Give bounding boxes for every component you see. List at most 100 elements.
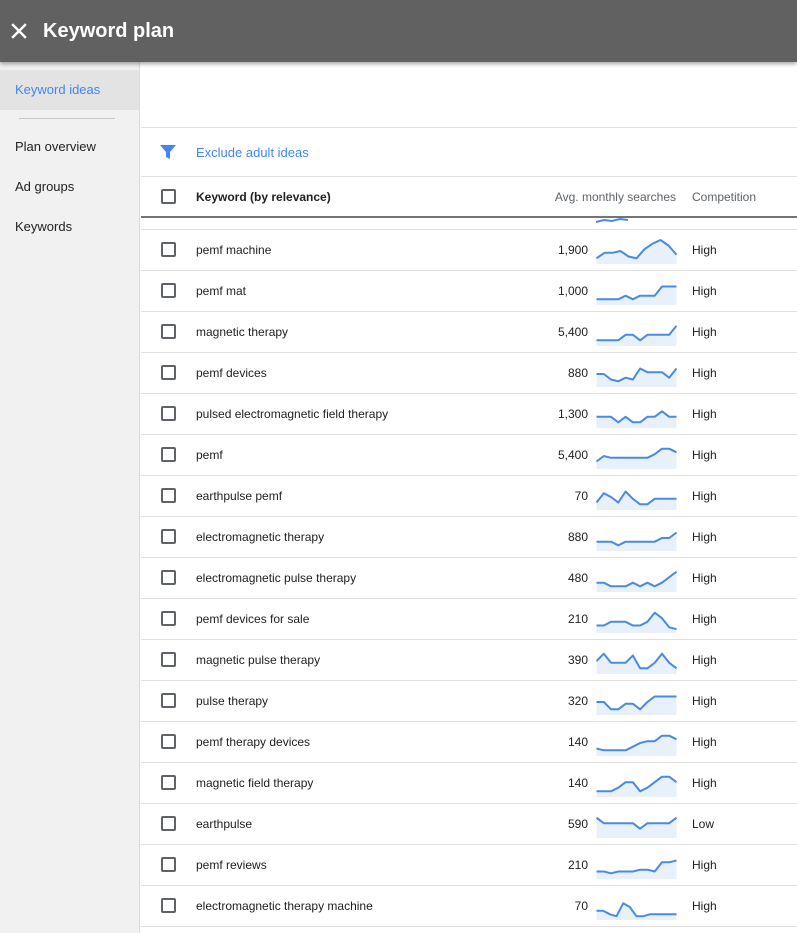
table-row: pemf devices for sale 210 High [141, 599, 797, 640]
trend-sparkline[interactable] [596, 646, 677, 674]
row-checkbox[interactable] [161, 283, 176, 298]
row-checkbox[interactable] [161, 324, 176, 339]
row-checkbox[interactable] [161, 693, 176, 708]
trend-sparkline[interactable] [596, 441, 677, 469]
sidebar-item-keyword-ideas[interactable]: Keyword ideas [0, 70, 139, 110]
sparkline-area [596, 286, 677, 305]
monthly-searches-value: 1,000 [557, 284, 588, 298]
select-all-checkbox[interactable] [161, 189, 176, 204]
monthly-searches-value: 5,400 [557, 448, 588, 462]
keyword-text: electromagnetic therapy machine [196, 899, 373, 913]
table-row: pemf machine 1,900 High [141, 230, 797, 271]
row-checkbox[interactable] [161, 488, 176, 503]
keyword-text: pemf machine [196, 243, 272, 257]
row-checkbox[interactable] [161, 365, 176, 380]
keyword-text: pulse therapy [196, 694, 269, 708]
keyword-text: electromagnetic therapy [196, 530, 325, 544]
competition-value: High [692, 694, 717, 708]
row-checkbox[interactable] [161, 898, 176, 913]
competition-value: High [692, 735, 717, 749]
trend-sparkline[interactable] [596, 728, 677, 756]
sidebar-item-keywords[interactable]: Keywords [0, 207, 139, 247]
monthly-searches-value: 5,400 [557, 325, 588, 339]
table-row: electromagnetic therapy 880 High [141, 517, 797, 558]
table-row: magnetic therapy 5,400 High [141, 312, 797, 353]
row-checkbox[interactable] [161, 447, 176, 462]
trend-sparkline[interactable] [596, 769, 677, 797]
competition-value: High [692, 448, 717, 462]
sparkline-line [596, 902, 677, 918]
sidebar-item-ad-groups[interactable]: Ad groups [0, 167, 139, 207]
sidebar: Keyword ideas Plan overview Ad groups Ke… [0, 62, 140, 933]
table-row: earthpulse 590 Low [141, 804, 797, 845]
row-checkbox[interactable] [161, 570, 176, 585]
trend-sparkline[interactable] [596, 687, 677, 715]
competition-value: High [692, 612, 717, 626]
trend-sparkline[interactable] [596, 851, 677, 879]
trend-sparkline[interactable] [596, 318, 677, 346]
trend-sparkline[interactable] [596, 400, 677, 428]
toolbar-area [141, 62, 797, 128]
row-checkbox[interactable] [161, 611, 176, 626]
column-header-keyword[interactable]: Keyword (by relevance) [196, 177, 331, 218]
competition-value: High [692, 325, 717, 339]
table-row: pemf therapy devices 140 High [141, 722, 797, 763]
competition-value: Low [692, 817, 715, 831]
trend-sparkline[interactable] [596, 523, 677, 551]
competition-value: High [692, 284, 717, 298]
close-icon[interactable] [7, 19, 31, 43]
sparkline-area [596, 817, 677, 838]
table-row: pulse therapy 320 High [141, 681, 797, 722]
trend-sparkline[interactable] [596, 359, 677, 387]
table-header: Keyword (by relevance) Avg. monthly sear… [141, 177, 797, 218]
row-checkbox[interactable] [161, 652, 176, 667]
table-row: pemf devices 880 High [141, 353, 797, 394]
table-row: pulsed electromagnetic field therapy 1,30… [141, 394, 797, 435]
main-content: Exclude adult ideas Keyword (by relevanc… [141, 62, 797, 933]
monthly-searches-value: 320 [567, 694, 588, 708]
sparkline-area [596, 903, 677, 920]
column-header-competition[interactable]: Competition [692, 177, 756, 218]
trend-sparkline[interactable] [596, 892, 677, 920]
monthly-searches-value: 70 [574, 899, 588, 913]
monthly-searches-value: 210 [567, 858, 588, 872]
keyword-text: electromagnetic pulse therapy [196, 571, 357, 585]
column-header-searches[interactable]: Avg. monthly searches [555, 177, 676, 218]
row-checkbox[interactable] [161, 816, 176, 831]
exclude-adult-ideas-link[interactable]: Exclude adult ideas [196, 128, 309, 177]
trend-sparkline[interactable] [596, 482, 677, 510]
table-row: magnetic field therapy 140 High [141, 763, 797, 804]
table-row: pemf 5,400 High [141, 435, 797, 476]
sidebar-item-plan-overview[interactable]: Plan overview [0, 127, 139, 167]
keyword-text: magnetic therapy [196, 325, 289, 339]
row-checkbox[interactable] [161, 734, 176, 749]
keyword-text: pemf [196, 448, 223, 462]
keyword-text: pemf reviews [196, 858, 267, 872]
monthly-searches-value: 140 [567, 776, 588, 790]
filter-icon[interactable] [159, 143, 177, 161]
trend-sparkline[interactable] [596, 605, 677, 633]
monthly-searches-value: 880 [567, 366, 588, 380]
competition-value: High [692, 530, 717, 544]
trend-sparkline[interactable] [596, 277, 677, 305]
sparkline-area [596, 448, 677, 469]
row-checkbox[interactable] [161, 775, 176, 790]
row-checkbox[interactable] [161, 242, 176, 257]
keyword-text: earthpulse pemf [196, 489, 283, 503]
top-app-bar: Keyword plan [0, 0, 797, 62]
trend-sparkline[interactable] [596, 810, 677, 838]
row-checkbox[interactable] [161, 406, 176, 421]
trend-sparkline[interactable] [596, 236, 677, 264]
competition-value: High [692, 653, 717, 667]
monthly-searches-value: 880 [567, 530, 588, 544]
competition-value: High [692, 407, 717, 421]
sidebar-divider [19, 118, 115, 119]
competition-value: High [692, 858, 717, 872]
row-checkbox[interactable] [161, 529, 176, 544]
row-checkbox[interactable] [161, 857, 176, 872]
table-row: electromagnetic pulse therapy 480 High [141, 558, 797, 599]
trend-sparkline[interactable] [596, 564, 677, 592]
competition-value: High [692, 899, 717, 913]
sparkline-area [596, 325, 677, 346]
competition-value: High [692, 776, 717, 790]
